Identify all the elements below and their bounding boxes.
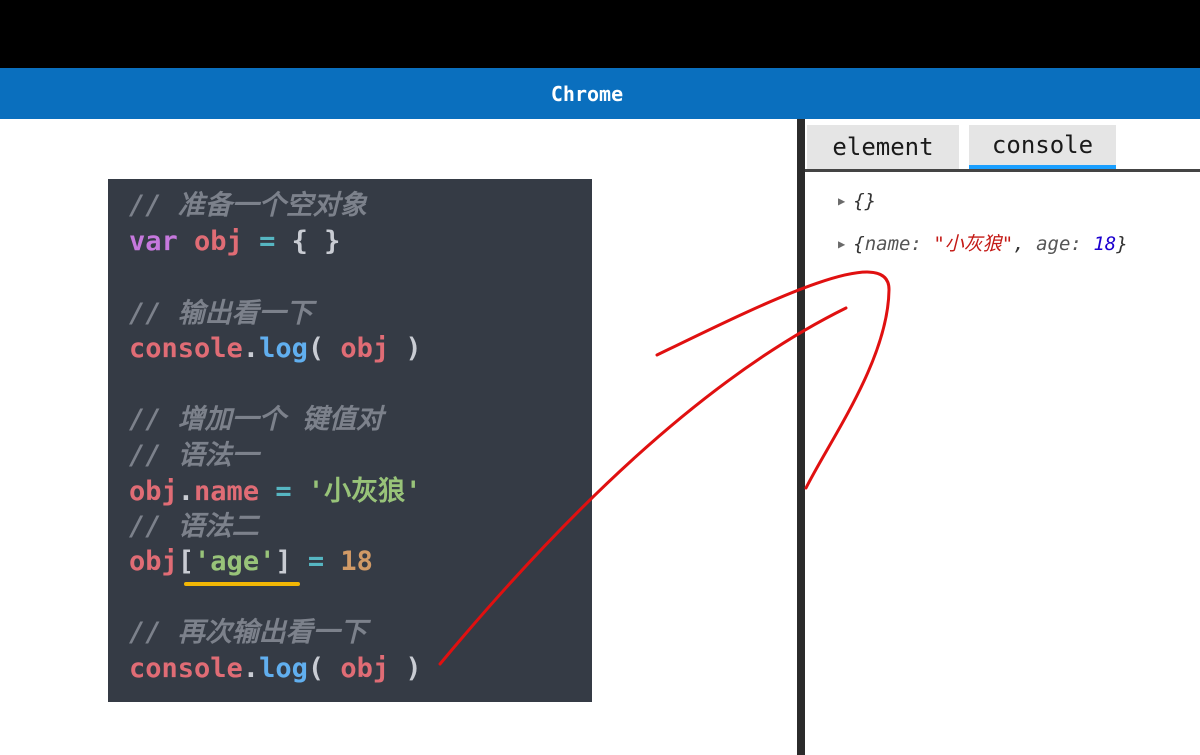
annotation-arrow xyxy=(438,270,891,666)
annotation-stroke-to-console xyxy=(438,306,848,666)
annotation-stroke-loop xyxy=(655,270,891,490)
